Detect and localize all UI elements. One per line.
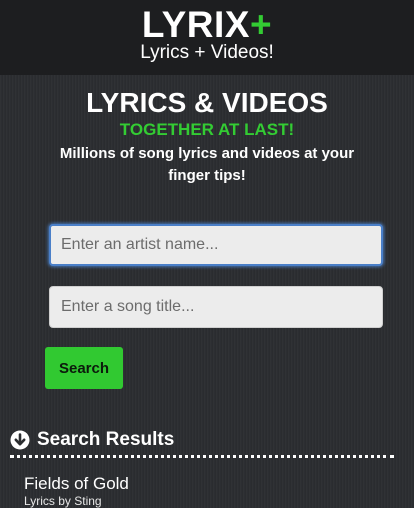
song-title-input[interactable] xyxy=(49,286,383,328)
result-list-item[interactable]: Fields of Gold Lyrics by Sting xyxy=(24,474,384,508)
search-results-heading: Search Results xyxy=(10,428,174,452)
arrow-circle-down-icon xyxy=(10,430,30,450)
search-button[interactable]: Search xyxy=(45,347,123,389)
site-tagline: Lyrics + Videos! xyxy=(140,42,274,63)
result-subtitle: Lyrics by Sting xyxy=(24,494,102,508)
artist-name-input[interactable] xyxy=(49,224,383,266)
site-header: LYRIX+ Lyrics + Videos! xyxy=(0,0,414,75)
hero-description: Millions of song lyrics and videos at yo… xyxy=(59,145,355,184)
logo-plus: + xyxy=(249,4,273,45)
logo-text: LYRIX xyxy=(141,4,250,45)
result-title[interactable]: Fields of Gold xyxy=(24,474,384,494)
hero-subtitle: TOGETHER AT LAST! xyxy=(119,120,295,139)
site-logo[interactable]: LYRIX+ xyxy=(0,6,414,44)
hero-title: LYRICS & VIDEOS xyxy=(86,87,328,118)
search-results-label: Search Results xyxy=(37,429,175,450)
results-divider xyxy=(10,455,394,458)
